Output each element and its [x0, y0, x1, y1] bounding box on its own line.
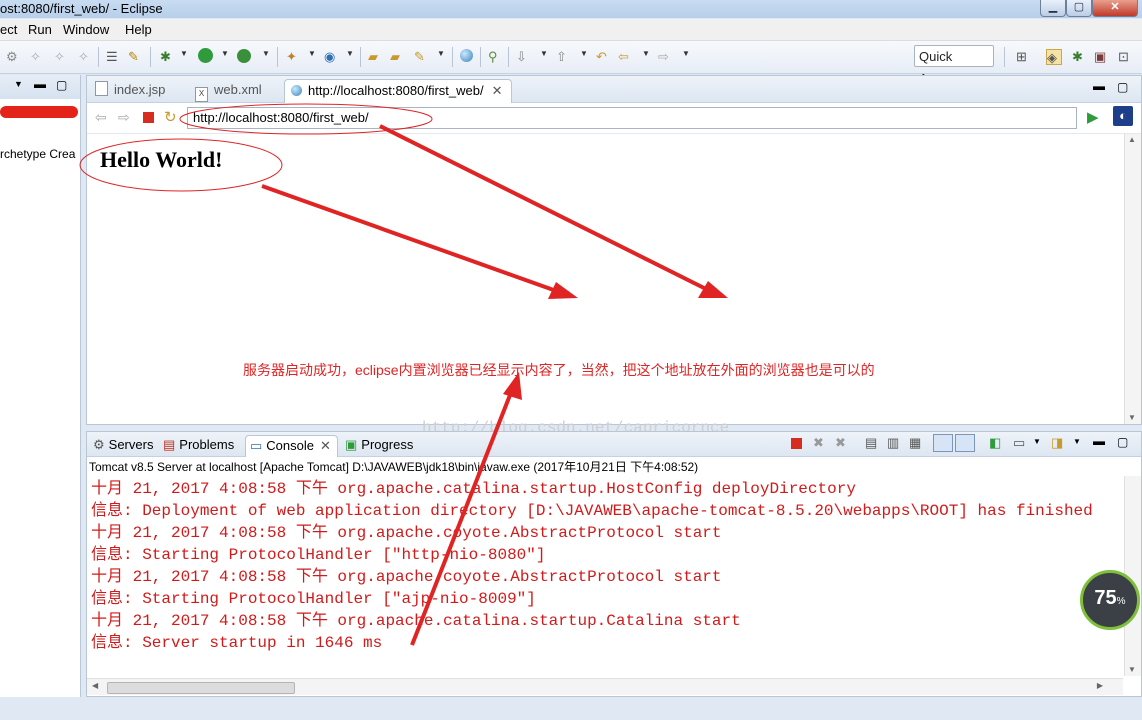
arrow-from-url [379, 124, 713, 294]
heading-highlight-ellipse [79, 138, 283, 192]
gauge-number: 75 [1094, 587, 1117, 609]
gauge-unit: % [1116, 596, 1126, 607]
url-highlight-ellipse [179, 103, 433, 135]
progress-gauge: 75% [1080, 570, 1140, 630]
arrow-head [548, 282, 578, 299]
arrow-from-console [410, 389, 514, 646]
arrow-head [698, 281, 728, 298]
arrow-from-heading [261, 184, 563, 295]
arrow-head [503, 372, 522, 400]
gauge-value: 75% [1083, 587, 1137, 610]
annotation-overlay [79, 103, 728, 646]
status-bar [0, 700, 1142, 720]
